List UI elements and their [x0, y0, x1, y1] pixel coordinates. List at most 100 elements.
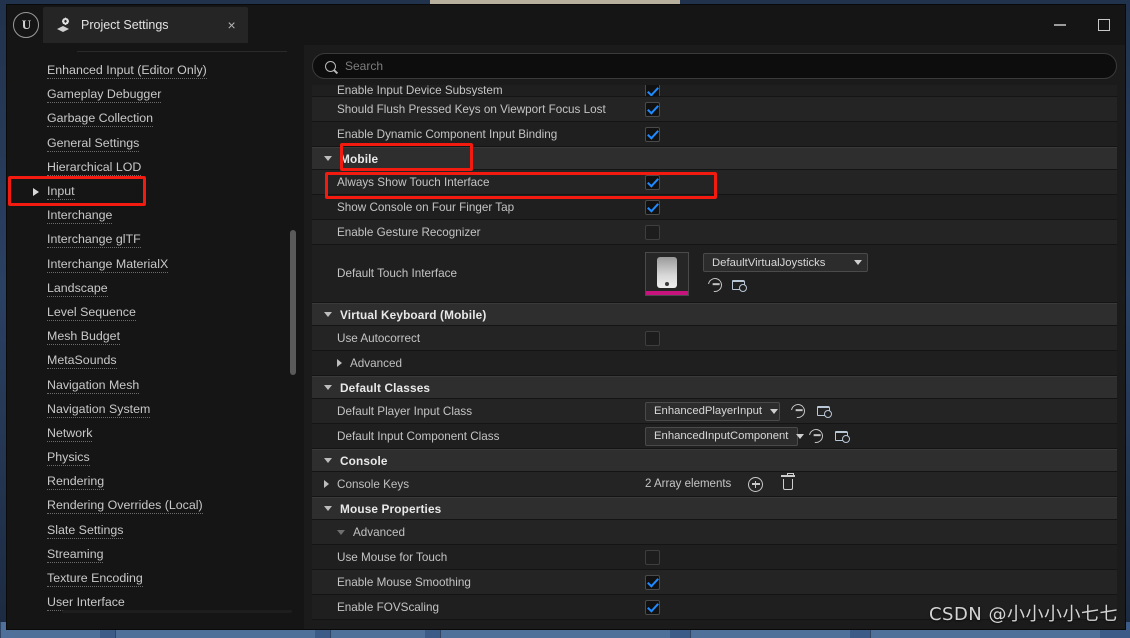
checkbox-use-autocorrect[interactable]	[645, 330, 660, 346]
watermark-text: CSDN @小小小小七七	[928, 604, 1118, 625]
sidebar-item-label: Hierarchical LOD	[47, 159, 142, 176]
property-row-use-mouse-for-touch[interactable]: Use Mouse for Touch	[312, 545, 1117, 570]
sidebar-item-landscape[interactable]: Landscape	[7, 277, 304, 301]
sidebar-item-interchange-materialx[interactable]: Interchange MaterialX	[7, 253, 304, 277]
dropdown-value: DefaultVirtualJoysticks	[712, 256, 826, 269]
reset-to-default-icon[interactable]	[806, 425, 826, 446]
property-value: EnhancedPlayerInput	[645, 399, 834, 423]
sidebar-item-metasounds[interactable]: MetaSounds	[7, 349, 304, 373]
search-icon	[325, 60, 336, 72]
maximize-button[interactable]	[1087, 10, 1121, 40]
browse-to-asset-icon[interactable]	[732, 277, 749, 294]
property-row-default-touch-interface[interactable]: Default Touch Interface DefaultVirtualJo…	[312, 245, 1117, 303]
dropdown-default-input-component-class[interactable]: EnhancedInputComponent	[645, 426, 805, 446]
sidebar-item-slate-settings[interactable]: Slate Settings	[7, 519, 304, 543]
sidebar-item-label: Level Sequence	[47, 304, 136, 321]
delete-all-elements-icon[interactable]	[780, 472, 797, 493]
property-row-advanced-mouse[interactable]: Advanced	[312, 520, 1117, 545]
property-row-enable-dynamic-component-input-binding[interactable]: Enable Dynamic Component Input Binding	[312, 122, 1117, 147]
reset-to-default-icon[interactable]	[705, 275, 725, 295]
dropdown-default-touch-interface[interactable]: DefaultVirtualJoysticks	[703, 253, 868, 272]
checkbox-enable-gesture-recognizer[interactable]	[645, 224, 660, 240]
section-label: Mobile	[340, 151, 379, 166]
sidebar-item-streaming[interactable]: Streaming	[7, 543, 304, 567]
sidebar-item-interchange-gltf[interactable]: Interchange glTF	[7, 228, 304, 252]
section-header-mobile[interactable]: Mobile	[312, 147, 1117, 170]
property-label: Enable Gesture Recognizer	[337, 225, 481, 239]
property-row-always-show-touch-interface[interactable]: Always Show Touch Interface	[312, 170, 1117, 195]
chevron-right-icon[interactable]	[33, 188, 39, 197]
property-row-show-console-on-four-finger-tap[interactable]: Show Console on Four Finger Tap	[312, 195, 1117, 220]
checkbox-enable-dynamic-component-input-binding[interactable]	[645, 126, 660, 142]
property-label: Default Touch Interface	[337, 267, 457, 280]
chevron-right-icon[interactable]	[337, 359, 342, 367]
sidebar-scrollbar-thumb[interactable]	[290, 230, 296, 375]
dropdown-default-player-input-class[interactable]: EnhancedPlayerInput	[645, 401, 780, 421]
property-row-enable-gesture-recognizer[interactable]: Enable Gesture Recognizer	[312, 220, 1117, 245]
sidebar-item-garbage-collection[interactable]: Garbage Collection	[7, 107, 304, 131]
sidebar-item-rendering[interactable]: Rendering	[7, 470, 304, 494]
sidebar-item-interchange[interactable]: Interchange	[7, 204, 304, 228]
browse-to-asset-icon[interactable]	[817, 403, 834, 420]
sidebar-item-physics[interactable]: Physics	[7, 446, 304, 470]
checkbox-should-flush-pressed-keys[interactable]	[645, 101, 660, 117]
sidebar-item-network[interactable]: Network	[7, 422, 304, 446]
search-input[interactable]	[345, 59, 1104, 73]
tab-project-settings[interactable]: Project Settings ×	[43, 7, 248, 43]
sidebar-item-navigation-mesh[interactable]: Navigation Mesh	[7, 373, 304, 397]
checkbox-show-console-on-four-finger-tap[interactable]	[645, 199, 660, 215]
property-label: Enable FOVScaling	[337, 600, 439, 614]
virtual-joysticks-thumbnail[interactable]	[645, 251, 689, 296]
sidebar-item-gameplay-debugger[interactable]: Gameplay Debugger	[7, 83, 304, 107]
sidebar-item-label: Input	[47, 184, 75, 201]
property-value	[645, 97, 660, 121]
search-bar[interactable]	[312, 53, 1117, 79]
chevron-right-icon[interactable]	[324, 480, 329, 488]
minimize-button[interactable]	[1043, 10, 1077, 40]
property-row-console-keys[interactable]: Console Keys 2 Array elements	[312, 472, 1117, 497]
section-header-virtual-keyboard-mobile[interactable]: Virtual Keyboard (Mobile)	[312, 303, 1117, 326]
section-header-default-classes[interactable]: Default Classes	[312, 376, 1117, 399]
property-row-use-autocorrect[interactable]: Use Autocorrect	[312, 326, 1117, 351]
checkbox-enable-input-device-subsystem[interactable]	[645, 85, 660, 96]
property-row-default-player-input-class[interactable]: Default Player Input Class EnhancedPlaye…	[312, 399, 1117, 424]
section-header-console[interactable]: Console	[312, 449, 1117, 472]
chevron-down-icon[interactable]	[324, 312, 332, 317]
checkbox-use-mouse-for-touch[interactable]	[645, 549, 660, 565]
settings-category-sidebar: Enhanced Input (Editor Only) Gameplay De…	[7, 45, 304, 629]
chevron-down-icon[interactable]	[324, 458, 332, 463]
sidebar-item-input[interactable]: Input	[7, 180, 304, 204]
reset-to-default-icon[interactable]	[788, 400, 808, 421]
chevron-down-icon[interactable]	[324, 385, 332, 390]
chevron-down-icon[interactable]	[337, 529, 345, 535]
property-value	[645, 122, 660, 146]
sidebar-item-label: Physics	[47, 450, 90, 467]
property-row-default-input-component-class[interactable]: Default Input Component Class EnhancedIn…	[312, 424, 1117, 449]
sidebar-item-texture-encoding[interactable]: Texture Encoding	[7, 567, 304, 591]
sidebar-item-level-sequence[interactable]: Level Sequence	[7, 301, 304, 325]
property-row-should-flush-pressed-keys[interactable]: Should Flush Pressed Keys on Viewport Fo…	[312, 97, 1117, 122]
sidebar-item-navigation-system[interactable]: Navigation System	[7, 398, 304, 422]
sidebar-item-rendering-overrides-local[interactable]: Rendering Overrides (Local)	[7, 494, 304, 518]
property-value	[645, 326, 660, 350]
checkbox-always-show-touch-interface[interactable]	[645, 174, 660, 190]
property-row-enable-input-device-subsystem[interactable]: Enable Input Device Subsystem	[312, 85, 1117, 97]
section-header-mouse-properties[interactable]: Mouse Properties	[312, 497, 1117, 520]
chevron-down-icon[interactable]	[324, 506, 332, 511]
add-element-icon[interactable]	[747, 476, 764, 493]
property-row-advanced-virtual-keyboard[interactable]: Advanced	[312, 351, 1117, 376]
checkbox-enable-mouse-smoothing[interactable]	[645, 574, 660, 590]
sidebar-item-mesh-budget[interactable]: Mesh Budget	[7, 325, 304, 349]
sidebar-item-label: Rendering	[47, 474, 105, 491]
checkbox-enable-fovscaling[interactable]	[645, 599, 660, 615]
browse-to-asset-icon[interactable]	[835, 428, 852, 445]
sidebar-item-hierarchical-lod[interactable]: Hierarchical LOD	[7, 156, 304, 180]
tab-close-icon[interactable]: ×	[224, 16, 240, 34]
sidebar-scrollbar[interactable]	[290, 230, 296, 375]
property-value: EnhancedInputComponent	[645, 424, 852, 448]
chevron-down-icon[interactable]	[324, 156, 332, 161]
sidebar-item-general-settings[interactable]: General Settings	[7, 132, 304, 156]
property-row-enable-mouse-smoothing[interactable]: Enable Mouse Smoothing	[312, 570, 1117, 595]
property-label: Console Keys	[337, 477, 410, 491]
sidebar-item-enhanced-input-editor-only[interactable]: Enhanced Input (Editor Only)	[7, 59, 304, 83]
